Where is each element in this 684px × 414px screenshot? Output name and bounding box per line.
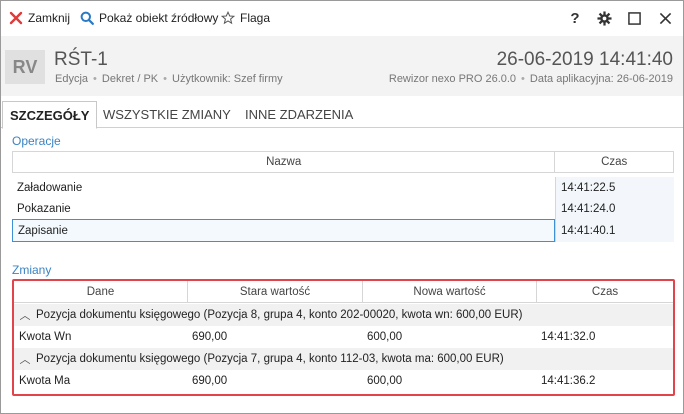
operations-header-row: Nazwa Czas (12, 151, 674, 173)
operation-name: Zapisanie (12, 219, 555, 242)
changes-section-label: Zmiany (12, 263, 52, 277)
search-icon (80, 11, 94, 25)
mode-text: Edycja (55, 73, 89, 85)
document-subtitle: Edycja • Dekret / PK • Użytkownik: Szef firm… (55, 73, 283, 85)
document-header: RV RŚT-1 Edycja • Dekret / PK • Użytkownik: … (1, 36, 683, 96)
chevron-up-icon[interactable]: ︿ (14, 307, 36, 323)
change-time: 14:41:32.0 (541, 331, 596, 343)
operation-name: Załadowanie (17, 181, 83, 194)
table-row[interactable]: Kwota Ma 690,00 600,00 14:41:36.2 (14, 370, 673, 392)
changes-header-row: Dane Stara wartość Nowa wartość Czas (14, 281, 673, 303)
new-value: 600,00 (367, 375, 403, 387)
operations-table: Nazwa Czas Załadowanie 14:41:22.5 Pokaza… (12, 151, 674, 243)
tab-all-changes[interactable]: WSZYSTKIE ZMIANY (96, 101, 238, 128)
avatar: RV (5, 50, 45, 84)
show-source-button[interactable]: Pokaż obiekt źródłowy (80, 9, 218, 27)
chevron-up-icon[interactable]: ︿ (14, 351, 36, 367)
group-row[interactable]: ︿ Pozycja dokumentu księgowego (Pozycja … (14, 304, 673, 326)
app-meta: Rewizor nexo PRO 26.0.0 • Data aplikacyjna… (388, 73, 673, 85)
operation-time: 14:41:22.5 (555, 177, 674, 198)
app-version-text: Rewizor nexo PRO 26.0.0 (388, 73, 517, 85)
close-icon (9, 11, 23, 25)
close-button[interactable]: Zamknij (9, 9, 70, 27)
tab-other-events[interactable]: INNE ZDARZENIA (238, 101, 360, 128)
column-header-name[interactable]: Nazwa (13, 152, 554, 172)
changes-table: Dane Stara wartość Nowa wartość Czas ︿ P… (14, 281, 673, 394)
column-header-time[interactable]: Czas (554, 152, 673, 172)
settings-button[interactable] (595, 9, 613, 27)
star-icon (221, 11, 235, 25)
show-source-label: Pokaż obiekt źródłowy (99, 11, 219, 25)
user-text: Użytkownik: Szef firmy (172, 73, 283, 85)
help-button[interactable]: ? (566, 9, 584, 27)
operation-time: 14:41:40.1 (555, 219, 674, 242)
old-value: 690,00 (192, 375, 228, 387)
maximize-button[interactable] (625, 9, 643, 27)
column-header-old-value[interactable]: Stara wartość (187, 281, 362, 302)
operation-name: Pokazanie (17, 202, 71, 215)
close-window-icon (659, 12, 671, 24)
tab-details[interactable]: SZCZEGÓŁY (2, 101, 98, 129)
column-header-time[interactable]: Czas (536, 281, 673, 302)
field-name: Kwota Wn (19, 331, 72, 343)
table-row[interactable]: Pokazanie 14:41:24.0 (12, 198, 674, 219)
field-name: Kwota Ma (19, 375, 71, 387)
flag-button[interactable]: Flaga (221, 9, 270, 27)
timestamp: 26-06-2019 14:41:40 (496, 49, 673, 70)
table-row[interactable]: Kwota Wn 690,00 600,00 14:41:32.0 (14, 326, 673, 348)
page-title: RŚT-1 (54, 49, 108, 70)
new-value: 600,00 (367, 331, 403, 343)
app-date-text: Data aplikacyjna: 26-06-2019 (529, 73, 673, 85)
maximize-icon (627, 11, 641, 25)
audit-window: Zamknij Pokaż obiekt źródłowy Flaga ? RV… (0, 0, 684, 414)
tab-bar: SZCZEGÓŁY WSZYSTKIE ZMIANY INNE ZDARZENI… (1, 101, 683, 129)
document-type-text: Dekret / PK (101, 73, 159, 85)
operations-section-label: Operacje (12, 134, 61, 148)
group-row[interactable]: ︿ Pozycja dokumentu księgowego (Pozycja … (14, 348, 673, 370)
column-header-data[interactable]: Dane (14, 281, 187, 302)
gear-icon (596, 10, 612, 26)
table-row[interactable]: Załadowanie 14:41:22.5 (12, 177, 674, 198)
old-value: 690,00 (192, 331, 228, 343)
help-icon: ? (570, 9, 580, 27)
toolbar: Zamknij Pokaż obiekt źródłowy Flaga ? (1, 1, 683, 35)
flag-label: Flaga (240, 11, 271, 25)
column-header-new-value[interactable]: Nowa wartość (362, 281, 536, 302)
group-label: Pozycja dokumentu księgowego (Pozycja 8,… (36, 309, 523, 321)
window-close-button[interactable] (656, 9, 674, 27)
table-row-selected[interactable]: Zapisanie 14:41:40.1 (12, 219, 674, 242)
group-label: Pozycja dokumentu księgowego (Pozycja 7,… (36, 353, 504, 365)
change-time: 14:41:36.2 (541, 375, 596, 387)
operation-time: 14:41:24.0 (555, 198, 674, 219)
close-button-label: Zamknij (28, 11, 71, 25)
